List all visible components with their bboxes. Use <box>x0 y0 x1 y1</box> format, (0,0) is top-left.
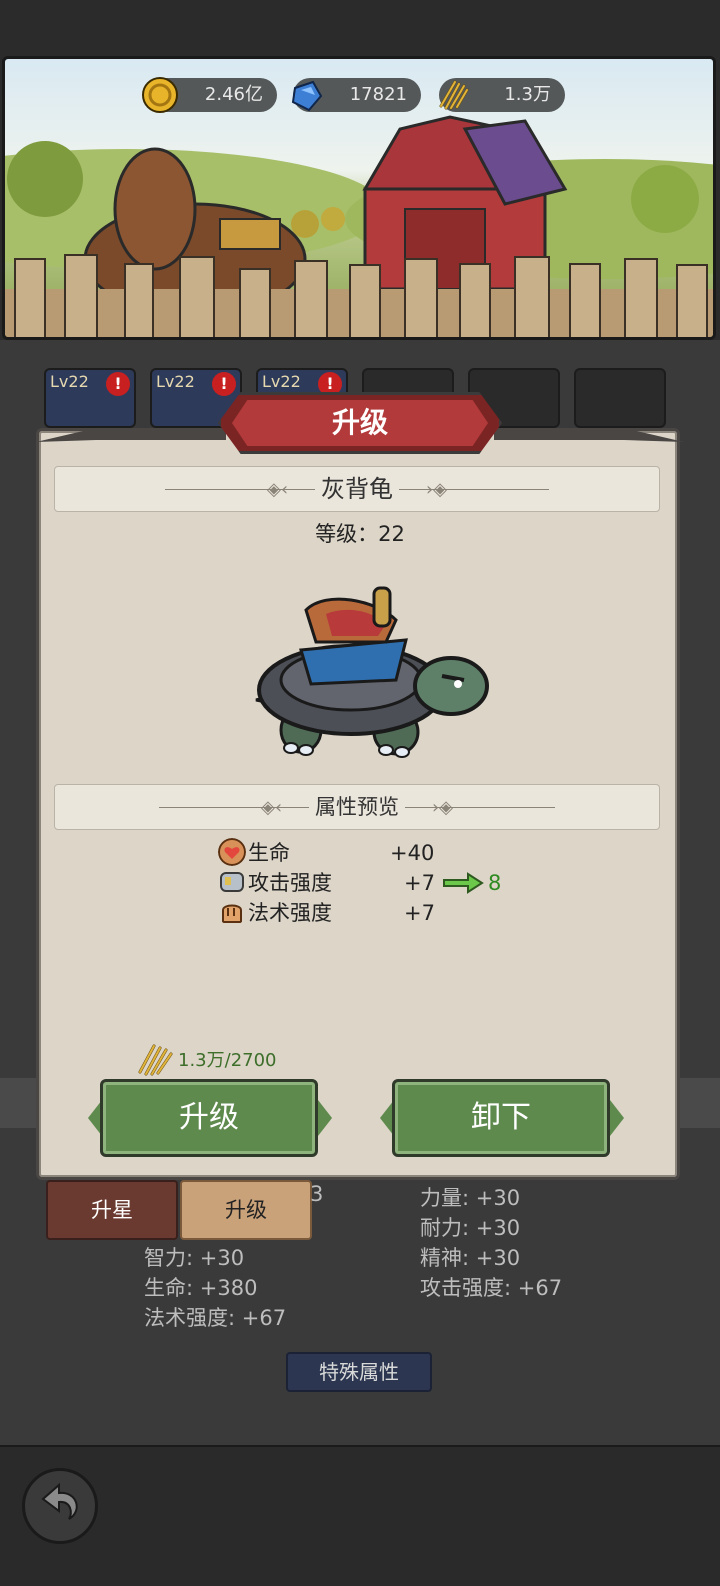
star-up-tab[interactable]: 升星 <box>46 1180 178 1240</box>
pet-tab-level: Lv22 <box>156 372 195 391</box>
pet-tab-level: Lv22 <box>50 372 89 391</box>
farm-scene: 2.46亿 17821 1.3万 <box>2 56 716 340</box>
header-left-ornament <box>36 428 226 442</box>
hay-counter[interactable]: 1.3万 <box>439 78 565 112</box>
hay-amount: 1.3万 <box>504 84 551 105</box>
attribute-name: 攻击强度 <box>248 871 332 895</box>
level-up-tab[interactable]: 升级 <box>180 1180 312 1240</box>
stat-health: 生命: +380 <box>144 1276 258 1300</box>
alert-icon: ! <box>106 372 130 396</box>
hay-bundle-icon <box>138 1044 173 1076</box>
pet-name-bar: ◈‹ ›◈ 灰背龟 <box>54 466 660 512</box>
attack-gauntlet-icon <box>220 872 244 892</box>
attribute-next-value: 8 <box>488 871 502 895</box>
unequip-button[interactable]: 卸下 <box>392 1079 610 1157</box>
stat-attack-power: 攻击强度: +67 <box>420 1276 563 1300</box>
upgrade-cost: 1.3万/2700 <box>178 1050 277 1071</box>
pet-level: 等级：22 <box>315 522 405 546</box>
attribute-name: 法术强度 <box>248 901 332 925</box>
attribute-value: +7 <box>404 871 435 895</box>
attribute-row-spell: 法术强度 +7 <box>218 898 478 928</box>
attribute-value: +7 <box>404 901 435 925</box>
upgrade-button[interactable]: 升级 <box>100 1079 318 1157</box>
pet-tab-level: Lv22 <box>262 372 301 391</box>
pet-name: 灰背龟 <box>321 475 393 503</box>
stat-intelligence: 智力: +30 <box>144 1246 245 1270</box>
back-arrow-icon <box>41 1482 78 1520</box>
attribute-preview-title: 属性预览 <box>315 795 399 819</box>
stat-spirit: 精神: +30 <box>420 1246 521 1270</box>
header-right-ornament <box>494 428 684 442</box>
gold-counter[interactable]: 2.46亿 <box>142 77 277 113</box>
attribute-value: +40 <box>390 841 435 865</box>
special-attributes-button[interactable]: 特殊属性 <box>286 1352 432 1392</box>
gem-amount: 17821 <box>349 84 407 105</box>
upgrade-arrow-icon <box>443 872 484 894</box>
attribute-name: 生命 <box>248 841 290 865</box>
stat-spell-power: 法术强度: +67 <box>144 1306 287 1330</box>
button-right-point <box>610 1100 624 1136</box>
dialog-title: 升级 <box>331 406 388 439</box>
attribute-preview-bar: ◈‹ ›◈ 属性预览 <box>54 784 660 830</box>
partial-value: 3 <box>310 1182 324 1206</box>
button-right-point <box>318 1100 332 1136</box>
turtle-pet-image <box>255 586 489 758</box>
stat-strength: 力量: +30 <box>420 1186 521 1210</box>
stat-stamina: 耐力: +30 <box>420 1216 521 1240</box>
back-button[interactable] <box>22 1468 98 1544</box>
gem-counter[interactable]: 17821 <box>291 78 421 112</box>
attribute-row-attack: 攻击强度 +7 8 <box>218 868 518 898</box>
blue-gem-icon <box>291 80 323 112</box>
hay-bundle-icon <box>439 80 469 110</box>
heart-icon <box>218 838 246 866</box>
attribute-row-health: 生命 +40 <box>218 838 478 868</box>
gold-amount: 2.46亿 <box>204 84 263 105</box>
spell-fist-icon <box>222 904 242 923</box>
gold-coin-icon <box>142 77 178 113</box>
bottom-bar <box>0 1445 720 1586</box>
